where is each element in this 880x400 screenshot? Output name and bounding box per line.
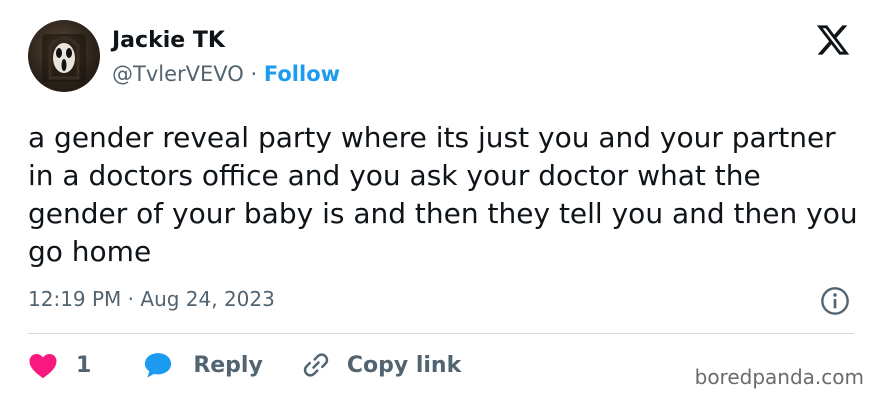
- copy-link-label: Copy link: [346, 352, 462, 378]
- link-icon: [303, 353, 329, 377]
- avatar[interactable]: [28, 20, 100, 92]
- ghostface-mask-icon: [42, 34, 86, 82]
- reply-bubble-icon: [145, 353, 172, 378]
- x-logo-icon[interactable]: [814, 22, 852, 58]
- divider: [28, 333, 854, 334]
- heart-icon: [29, 354, 57, 379]
- author-handle-row: @TvlerVEVO · Follow: [112, 62, 340, 86]
- like-button[interactable]: 1: [28, 351, 91, 379]
- reply-button[interactable]: Reply: [143, 351, 263, 379]
- author-name[interactable]: Jackie TK: [112, 28, 225, 53]
- watermark: boredpanda.com: [694, 365, 864, 389]
- follow-button[interactable]: Follow: [264, 62, 340, 86]
- tweet-timestamp[interactable]: 12:19 PM · Aug 24, 2023: [28, 287, 275, 311]
- like-count: 1: [76, 352, 92, 378]
- copy-link-button[interactable]: Copy link: [301, 350, 461, 380]
- separator-dot: ·: [250, 62, 258, 86]
- action-bar: 1 Reply Copy link: [28, 347, 461, 383]
- reply-label: Reply: [193, 352, 263, 378]
- info-icon[interactable]: [819, 285, 851, 317]
- author-handle[interactable]: @TvlerVEVO: [112, 62, 244, 86]
- tweet-text: a gender reveal party where its just you…: [28, 121, 858, 268]
